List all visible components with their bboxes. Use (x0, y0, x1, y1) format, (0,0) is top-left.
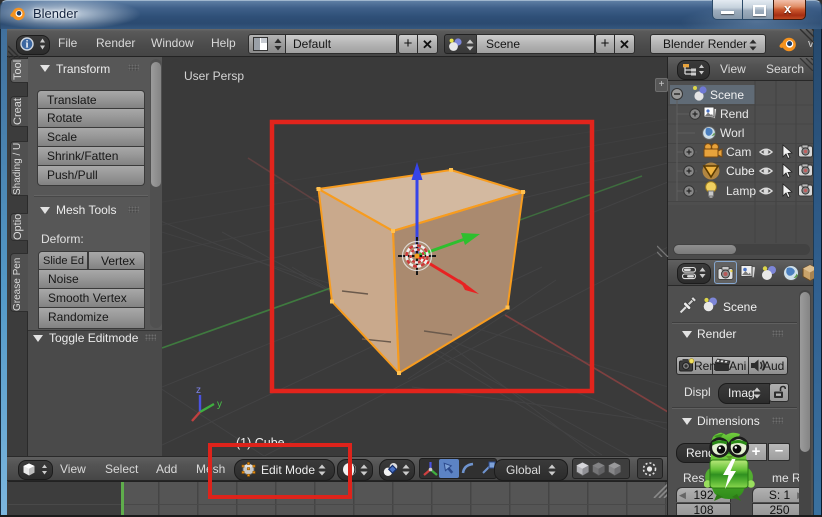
svg-text:y: y (217, 399, 222, 410)
svg-text:i: i (26, 40, 29, 51)
svg-text:Scene: Scene (710, 88, 744, 102)
svg-text:User Persp: User Persp (184, 69, 244, 83)
svg-text:Cube: Cube (726, 164, 755, 178)
svg-text:Lamp: Lamp (726, 184, 756, 198)
svg-text:z: z (196, 385, 201, 396)
svg-text:Worl: Worl (720, 126, 744, 140)
svg-text:Cam: Cam (726, 145, 751, 159)
svg-text:Rend: Rend (720, 107, 749, 121)
